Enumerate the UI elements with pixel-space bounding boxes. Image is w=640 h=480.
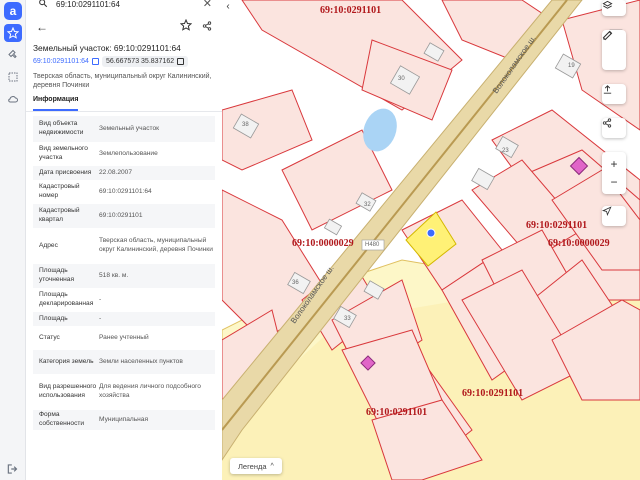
tab-divider [26, 111, 222, 112]
map-label: 69:10:0000029 [292, 238, 354, 249]
zoom-controls[interactable]: + − [602, 152, 626, 194]
house-number: 30 [398, 76, 405, 82]
property-row: Вид земельного участка Землепользование [33, 142, 215, 166]
property-value: Земельный участок [99, 124, 160, 132]
close-icon[interactable]: ✕ [203, 0, 212, 10]
legend-button[interactable]: Легенда ^ [230, 458, 282, 474]
property-row: Категория земель Земли населенных пунктов [33, 350, 215, 374]
search-input[interactable]: 69:10:0291101:64 [56, 0, 120, 9]
property-value: 69:10:0291101 [99, 211, 143, 219]
house-number: 23 [502, 148, 509, 154]
map-share-button[interactable] [602, 118, 626, 138]
house-number: 33 [344, 316, 351, 322]
layers-button[interactable] [602, 0, 626, 16]
cadastral-link[interactable]: 69:10:0291101:64 [33, 58, 99, 65]
tab-info[interactable]: Информация [33, 96, 79, 111]
search-icon [39, 0, 48, 8]
properties-table: Вид объекта недвижимости Земельный участо… [33, 116, 215, 430]
property-key: Категория земель [39, 357, 94, 365]
upload-button[interactable] [602, 84, 626, 104]
house-number: 19 [568, 63, 575, 69]
property-value: - [99, 314, 102, 322]
logout-icon[interactable] [6, 462, 20, 476]
legend-label: Легенда [238, 461, 267, 471]
property-row: Вид разрешенного использования Для ведени… [33, 374, 215, 410]
property-key: Площадь декларированная [39, 291, 94, 307]
map-view[interactable]: 69:10:0291101 69:10:0000029 69:10:029110… [222, 0, 640, 480]
property-row: Кадастровый квартал 69:10:0291101 [33, 204, 215, 228]
property-row: Площадь декларированная - [33, 288, 215, 312]
zoom-out-icon[interactable]: − [610, 176, 617, 188]
property-value: Для ведения личного подсобного хозяйства [99, 383, 201, 399]
navigation-arrow-icon [602, 206, 612, 216]
property-value: Земли населенных пунктов [99, 357, 183, 365]
property-key: Адрес [39, 241, 58, 249]
property-row: Площадь уточненная 518 кв. м. [33, 264, 215, 288]
property-value: - [99, 295, 102, 303]
cadastral-link-text[interactable]: 69:10:0291101:64 [33, 58, 89, 65]
favorite-star-icon[interactable] [180, 19, 192, 31]
coords-text: 56.667573 35.837162 [106, 58, 175, 65]
locate-button[interactable] [602, 206, 626, 226]
back-arrow-icon[interactable]: ← [36, 20, 48, 34]
pin-icon[interactable] [4, 46, 22, 64]
property-row: Статус Ранее учтенный [33, 326, 215, 350]
share-icon[interactable] [202, 21, 212, 31]
property-row: Адрес Тверская область, муниципальный окр… [33, 228, 215, 264]
app-logo-icon[interactable]: a [4, 2, 22, 20]
property-row: Дата присвоения 22.08.2007 [33, 166, 215, 180]
property-value: 518 кв. м. [99, 271, 129, 279]
upload-icon [603, 85, 612, 94]
copy-icon[interactable] [91, 58, 99, 65]
chevron-up-icon: ^ [270, 462, 274, 470]
selection-icon[interactable] [4, 68, 22, 86]
property-key: Вид объекта недвижимости [39, 120, 84, 136]
search-bar[interactable]: 69:10:0291101:64 ✕ [30, 0, 218, 14]
property-key: Вид земельного участка [39, 145, 88, 161]
house-number: 36 [292, 280, 299, 286]
property-value: 69:10:0291101:64 [99, 187, 152, 195]
map-label: 69:10:0291101 [526, 220, 588, 231]
property-key: Площадь уточненная [39, 267, 75, 283]
zoom-in-icon[interactable]: + [610, 158, 617, 170]
star-icon[interactable] [4, 24, 22, 42]
house-number: 32 [364, 202, 371, 208]
collapse-panel-button[interactable]: ‹ [222, 0, 234, 12]
property-row: Вид объекта недвижимости Земельный участо… [33, 116, 215, 142]
property-key: Кадастровый номер [39, 183, 80, 199]
property-key: Форма собственности [39, 411, 85, 427]
map-label: 69:10:0000029 [548, 238, 610, 249]
map-label: 69:10:0291101 [366, 407, 428, 418]
property-key: Вид разрешенного использования [39, 383, 97, 399]
property-value: Ранее учтенный [99, 333, 149, 341]
layers-icon [602, 0, 613, 9]
property-value: 22.08.2007 [99, 168, 133, 176]
property-row: Форма собственности Муниципальная [33, 410, 215, 430]
left-rail: a [0, 0, 26, 480]
map-label: 69:10:0291101 [320, 5, 382, 16]
property-key: Кадастровый квартал [39, 207, 80, 223]
house-number: 38 [242, 122, 249, 128]
map-label: 69:10:0291101 [462, 388, 524, 399]
cloud-icon[interactable] [4, 90, 22, 108]
parcel-title: Земельный участок: 69:10:0291101:64 [33, 43, 181, 53]
chevron-left-icon: ‹ [226, 0, 230, 12]
edit-icon[interactable] [602, 30, 613, 41]
property-value: Тверская область, муниципальный округ Ка… [99, 237, 213, 253]
share-icon [602, 118, 612, 128]
property-row: Кадастровый номер 69:10:0291101:64 [33, 180, 215, 204]
parcel-address: Тверская область, муниципальный округ Ка… [33, 73, 212, 89]
copy-icon[interactable] [177, 58, 185, 65]
coords-chip[interactable]: 56.667573 35.837162 [102, 56, 189, 67]
property-row: Площадь - [33, 312, 215, 326]
property-key: Статус [39, 333, 60, 341]
info-panel: 69:10:0291101:64 ✕ ← Земельный участок: … [26, 0, 222, 480]
property-value: Землепользование [99, 149, 158, 157]
property-key: Площадь [39, 314, 68, 322]
property-value: Муниципальная [99, 415, 149, 423]
draw-tools[interactable] [602, 30, 626, 70]
property-key: Дата присвоения [39, 168, 92, 176]
road-code: Н480 [365, 242, 380, 248]
